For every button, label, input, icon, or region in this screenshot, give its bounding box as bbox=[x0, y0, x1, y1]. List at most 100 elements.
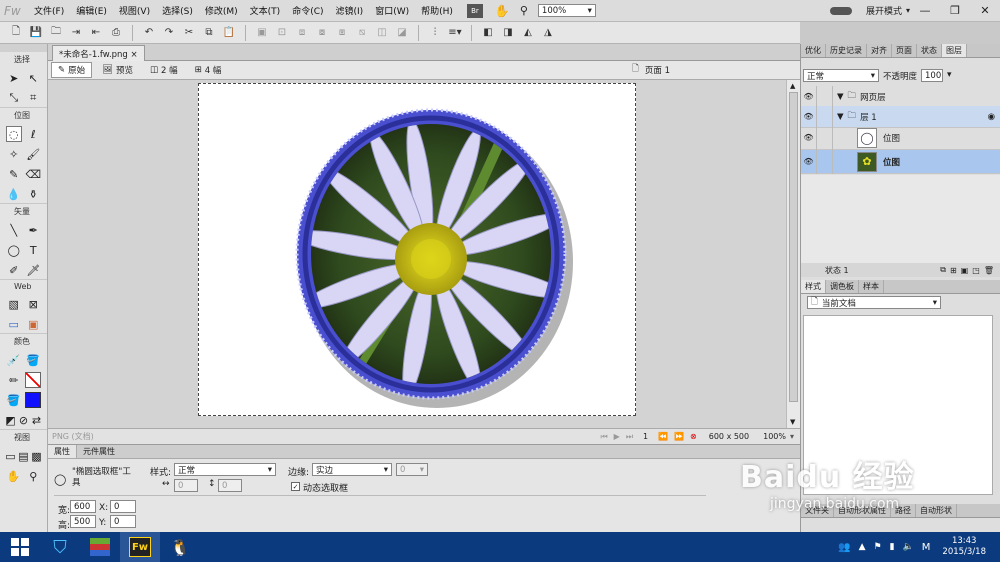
lock-cell[interactable] bbox=[817, 105, 833, 128]
opacity-input[interactable]: 100 bbox=[921, 69, 943, 82]
expand-icon[interactable]: ▼ bbox=[837, 112, 844, 122]
group-icon[interactable]: ▣ bbox=[254, 25, 270, 41]
start-button[interactable] bbox=[0, 532, 40, 562]
rotate-right-icon[interactable]: ◨ bbox=[500, 25, 516, 41]
default-colors-icon[interactable]: ◩ bbox=[4, 412, 17, 428]
ungroup-icon[interactable]: ⊡ bbox=[274, 25, 290, 41]
eraser-icon[interactable]: ⌫ bbox=[25, 166, 41, 182]
open-icon[interactable]: 🗀 bbox=[48, 25, 64, 41]
new-state-icon[interactable]: ⧉ bbox=[940, 265, 946, 275]
zoom-select[interactable]: 100% ▾ bbox=[537, 4, 596, 17]
text-icon[interactable]: T bbox=[25, 242, 41, 258]
line-icon[interactable]: ╲ bbox=[6, 222, 22, 238]
workspace-toggle[interactable] bbox=[829, 6, 852, 15]
split-icon[interactable]: ⧇ bbox=[314, 25, 330, 41]
hotspot-icon[interactable]: ▧ bbox=[6, 296, 22, 312]
new-subitem-icon[interactable]: ⊞ bbox=[950, 266, 957, 275]
styles-scrollbar[interactable] bbox=[993, 315, 999, 495]
copy-icon[interactable]: ⧉ bbox=[201, 25, 217, 41]
new-layer-icon[interactable]: ▣ bbox=[961, 266, 969, 275]
eye-icon[interactable]: 👁 bbox=[801, 149, 817, 174]
style-select[interactable]: 正常 ▾ bbox=[174, 463, 276, 476]
lock-cell[interactable] bbox=[817, 125, 833, 150]
ellipse-marquee-icon[interactable]: ◌ bbox=[5, 126, 22, 142]
paste-icon[interactable]: 📋 bbox=[221, 25, 237, 41]
tray-people-icon[interactable]: 👥 bbox=[838, 542, 850, 553]
menu-select[interactable]: 选择(S) bbox=[156, 4, 199, 17]
document-canvas[interactable] bbox=[198, 83, 636, 416]
magic-wand-icon[interactable]: ✧ bbox=[6, 146, 22, 162]
workspace-mode[interactable]: 展开模式 bbox=[866, 4, 902, 17]
width-input[interactable]: 600 bbox=[70, 500, 96, 513]
pen-icon[interactable]: ✒ bbox=[25, 222, 41, 238]
tab-states[interactable]: 状态 bbox=[917, 44, 942, 57]
fixed-width-input[interactable]: 0 bbox=[174, 479, 198, 492]
scroll-thumb[interactable] bbox=[789, 92, 798, 402]
menu-command[interactable]: 命令(C) bbox=[286, 4, 329, 17]
fill-color-icon[interactable]: 🪣 bbox=[6, 392, 22, 408]
taskbar-fireworks-app[interactable]: Fw bbox=[120, 532, 160, 562]
flip-v-icon[interactable]: ◮ bbox=[540, 25, 556, 41]
restore-button[interactable]: ❐ bbox=[940, 2, 970, 20]
tab-styles[interactable]: 样式 bbox=[801, 280, 826, 293]
align-icon[interactable]: ⫶ bbox=[427, 25, 443, 41]
blur-icon[interactable]: 💧 bbox=[6, 186, 22, 202]
flip-h-icon[interactable]: ◭ bbox=[520, 25, 536, 41]
ellipse-icon[interactable]: ◯ bbox=[6, 242, 22, 258]
tab-align[interactable]: 对齐 bbox=[867, 44, 892, 57]
save-icon[interactable]: 💾 bbox=[28, 25, 44, 41]
status-zoom[interactable]: 100% bbox=[763, 432, 786, 441]
x-input[interactable]: 0 bbox=[110, 500, 136, 513]
print-icon[interactable]: ⎙ bbox=[108, 25, 124, 41]
forward-icon[interactable]: ⧆ bbox=[334, 25, 350, 41]
hide-slices-icon[interactable]: ▭ bbox=[6, 316, 22, 332]
view-preview-button[interactable]: 🖼 预览 bbox=[95, 62, 140, 78]
menu-help[interactable]: 帮助(H) bbox=[415, 4, 459, 17]
bridge-button[interactable]: Br bbox=[466, 3, 483, 18]
eye-icon[interactable]: 👁 bbox=[801, 105, 817, 128]
full-menu-icon[interactable]: ▤ bbox=[17, 448, 30, 464]
hand-icon[interactable]: ✋ bbox=[495, 4, 510, 18]
lock-cell[interactable] bbox=[817, 85, 833, 108]
canvas-size[interactable]: 600 x 500 bbox=[709, 432, 749, 441]
rotate-left-icon[interactable]: ◧ bbox=[480, 25, 496, 41]
tray-flag-icon[interactable]: ⚑ bbox=[874, 542, 882, 552]
y-input[interactable]: 0 bbox=[110, 515, 136, 528]
pointer-icon[interactable]: ➤ bbox=[6, 70, 22, 86]
eye-icon[interactable]: 👁 bbox=[801, 85, 817, 108]
zoom-tool-icon[interactable]: ⚲ bbox=[25, 468, 41, 484]
height-input[interactable]: 500 bbox=[70, 515, 96, 528]
document-tab[interactable]: *未命名-1.fw.png × bbox=[52, 45, 145, 61]
tray-clock[interactable]: 13:43 2015/3/18 bbox=[942, 536, 986, 558]
lasso-icon[interactable]: ℓ bbox=[25, 126, 41, 142]
target-icon[interactable]: ◉ bbox=[988, 112, 995, 122]
view-2up-button[interactable]: ◫ 2 幅 bbox=[143, 62, 185, 78]
menu-file[interactable]: 文件(F) bbox=[28, 4, 70, 17]
tab-symbol-properties[interactable]: 元件属性 bbox=[77, 445, 121, 458]
new-icon[interactable]: 🗋 bbox=[8, 25, 24, 41]
tab-layers[interactable]: 图层 bbox=[942, 44, 967, 57]
prev-frame-icon[interactable]: ⏪ bbox=[658, 432, 668, 441]
taskbar-shield-app[interactable]: ⛉ bbox=[40, 532, 80, 562]
minimize-button[interactable]: — bbox=[910, 2, 940, 20]
align-dropdown-icon[interactable]: ≡▾ bbox=[447, 25, 463, 41]
layer-row-bitmap-1[interactable]: 👁 ◯ 位图 bbox=[801, 125, 1000, 150]
menu-text[interactable]: 文本(T) bbox=[244, 4, 287, 17]
chevron-down-icon[interactable]: ▾ bbox=[947, 70, 952, 80]
freeform-icon[interactable]: ✐ bbox=[6, 262, 22, 278]
edge-select[interactable]: 实边 ▾ bbox=[312, 463, 392, 476]
expand-icon[interactable]: ▼ bbox=[837, 92, 844, 102]
backward-icon[interactable]: ⧅ bbox=[354, 25, 370, 41]
tray-volume-icon[interactable]: 🔈 bbox=[903, 542, 914, 552]
next-frame-icon[interactable]: ⏩ bbox=[674, 432, 684, 441]
hand-tool-icon[interactable]: ✋ bbox=[6, 468, 22, 484]
stamp-icon[interactable]: ⚱ bbox=[25, 186, 41, 202]
scroll-down-icon[interactable]: ▼ bbox=[790, 418, 795, 426]
front-icon[interactable]: ◫ bbox=[374, 25, 390, 41]
taskbar-qq-app[interactable]: 🐧 bbox=[160, 532, 200, 562]
full-screen-icon[interactable]: ▩ bbox=[30, 448, 43, 464]
std-screen-icon[interactable]: ▭ bbox=[4, 448, 17, 464]
subselect-icon[interactable]: ↖ bbox=[25, 70, 41, 86]
slice-icon[interactable]: ⊠ bbox=[25, 296, 41, 312]
fixed-height-input[interactable]: 0 bbox=[218, 479, 242, 492]
